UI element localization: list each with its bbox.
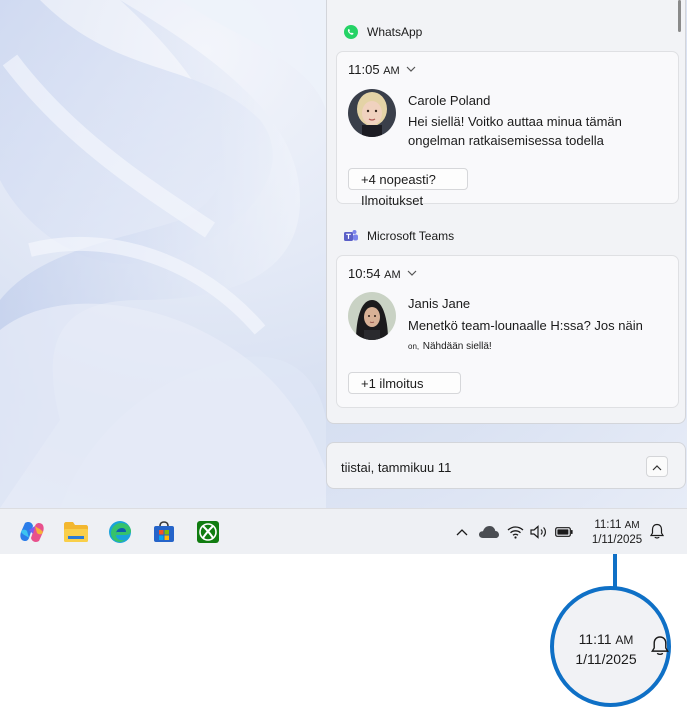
calendar-date: tiistai, tammikuu 11 (341, 460, 452, 475)
chevron-up-icon (652, 458, 662, 476)
clock-date: 1/11/2025 (591, 534, 643, 546)
clock-ampm: AM (624, 520, 640, 531)
notification-time[interactable]: 10:54 AM (348, 266, 417, 281)
chevron-down-icon[interactable] (406, 64, 416, 75)
volume-icon[interactable] (530, 523, 548, 541)
sender-name: Carole Poland (408, 93, 491, 108)
app-group-header-teams: Microsoft Teams (343, 228, 454, 244)
more-notifications-button[interactable]: +4 nopeasti? Ilmoitukset (348, 168, 468, 208)
app-name: WhatsApp (367, 25, 423, 39)
avatar (348, 89, 396, 137)
calendar-bar[interactable]: tiistai, tammikuu 11 (326, 442, 686, 489)
taskbar: 11:11 AM 1/11/2025 (0, 508, 687, 554)
notification-time[interactable]: 11:05 AM (348, 62, 416, 77)
notification-message: Menetkö team-lounaalle H:ssa? Jos näin o… (408, 318, 643, 352)
whatsapp-icon (343, 24, 359, 40)
app-name: Microsoft Teams (367, 229, 455, 243)
chevron-down-icon[interactable] (407, 268, 417, 279)
bell-icon (651, 635, 669, 662)
avatar (348, 292, 396, 340)
battery-icon[interactable] (555, 523, 573, 541)
clock-time: 11:11 (594, 519, 622, 531)
app-group-header-whatsapp: WhatsApp (343, 24, 422, 40)
file-explorer-icon[interactable] (62, 518, 90, 546)
sender-name: Janis Jane (408, 296, 471, 311)
more-notifications-button[interactable]: +1 ilmoitus (348, 372, 461, 394)
notification-center: WhatsApp 11:05 AM Carole Poland Hei siel… (326, 0, 686, 424)
scrollbar[interactable] (678, 0, 681, 32)
notification-card-whatsapp[interactable]: 11:05 AM Carole Poland Hei siellä! Voitk… (336, 51, 679, 208)
store-icon[interactable] (150, 518, 178, 546)
bell-icon[interactable] (650, 522, 664, 540)
edge-icon[interactable] (106, 518, 134, 546)
cloud-icon[interactable] (478, 523, 500, 541)
clock-callout: 11:11 AM 1/11/2025 (550, 586, 671, 707)
chevron-up-icon[interactable] (456, 523, 468, 541)
notification-message: Hei siellä! Voitko auttaa minua tämän on… (408, 114, 622, 148)
callout-clock: 11:11 AM 1/11/2025 (575, 631, 637, 667)
copilot-icon[interactable] (18, 518, 46, 546)
wifi-icon[interactable] (507, 523, 524, 541)
expand-calendar-button[interactable] (646, 456, 668, 477)
notification-card-teams[interactable]: 10:54 AM Janis Jane Menetkö team-lounaal… (336, 255, 679, 408)
xbox-icon[interactable] (194, 518, 222, 546)
taskbar-clock[interactable]: 11:11 AM 1/11/2025 (585, 518, 649, 547)
teams-icon (343, 228, 359, 244)
